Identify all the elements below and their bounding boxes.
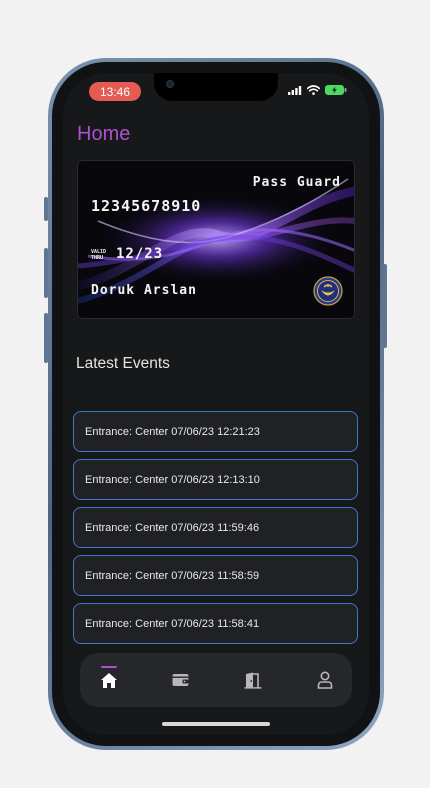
event-item[interactable]: Entrance: Center 07/06/23 11:59:46: [73, 507, 358, 548]
tab-home[interactable]: [86, 653, 132, 707]
card-number: 12345678910: [91, 197, 202, 215]
card-valid-label-text: VALID THRU: [91, 249, 107, 261]
door-icon: [244, 672, 262, 689]
person-icon: [317, 671, 333, 689]
active-tab-indicator: [101, 666, 117, 668]
event-item[interactable]: Entrance: Center 07/06/23 12:21:23: [73, 411, 358, 452]
card-valid-label: VALID THRU: [91, 249, 111, 261]
event-item[interactable]: Entrance: Center 07/06/23 11:58:59: [73, 555, 358, 596]
card-holder-name: Doruk Arslan: [91, 283, 197, 298]
app-screen: 13:46 Home Pass Guard 12345678910 VALID …: [63, 73, 369, 735]
status-icons: [288, 85, 347, 95]
volume-down-button: [44, 313, 48, 363]
university-seal-icon: [313, 276, 343, 306]
power-button: [383, 264, 387, 348]
signal-icon: [288, 85, 302, 95]
volume-up-button: [44, 248, 48, 298]
mute-switch: [44, 197, 48, 221]
latest-events-title: Latest Events: [76, 355, 170, 372]
events-list: Entrance: Center 07/06/23 12:21:23 Entra…: [73, 411, 358, 651]
home-indicator[interactable]: [162, 722, 270, 726]
card-brand: Pass Guard: [252, 175, 341, 190]
tab-profile[interactable]: [302, 653, 348, 707]
wifi-icon: [307, 85, 320, 95]
tab-door[interactable]: [230, 653, 276, 707]
battery-charging-icon: [325, 85, 347, 95]
page-title: Home: [77, 123, 131, 145]
status-bar: 13:46: [63, 73, 369, 109]
event-item[interactable]: Entrance: Center 07/06/23 12:13:10: [73, 459, 358, 500]
pass-card[interactable]: Pass Guard 12345678910 VALID THRU 12/23 …: [77, 160, 355, 319]
bottom-tab-bar: [80, 653, 352, 707]
event-item[interactable]: Entrance: Center 07/06/23 11:58:41: [73, 603, 358, 644]
tab-wallet[interactable]: [157, 653, 203, 707]
front-camera: [166, 80, 174, 88]
home-icon: [101, 672, 117, 688]
wallet-icon: [172, 674, 188, 686]
status-time: 13:46: [89, 82, 141, 101]
card-expiry: 12/23: [116, 246, 164, 262]
